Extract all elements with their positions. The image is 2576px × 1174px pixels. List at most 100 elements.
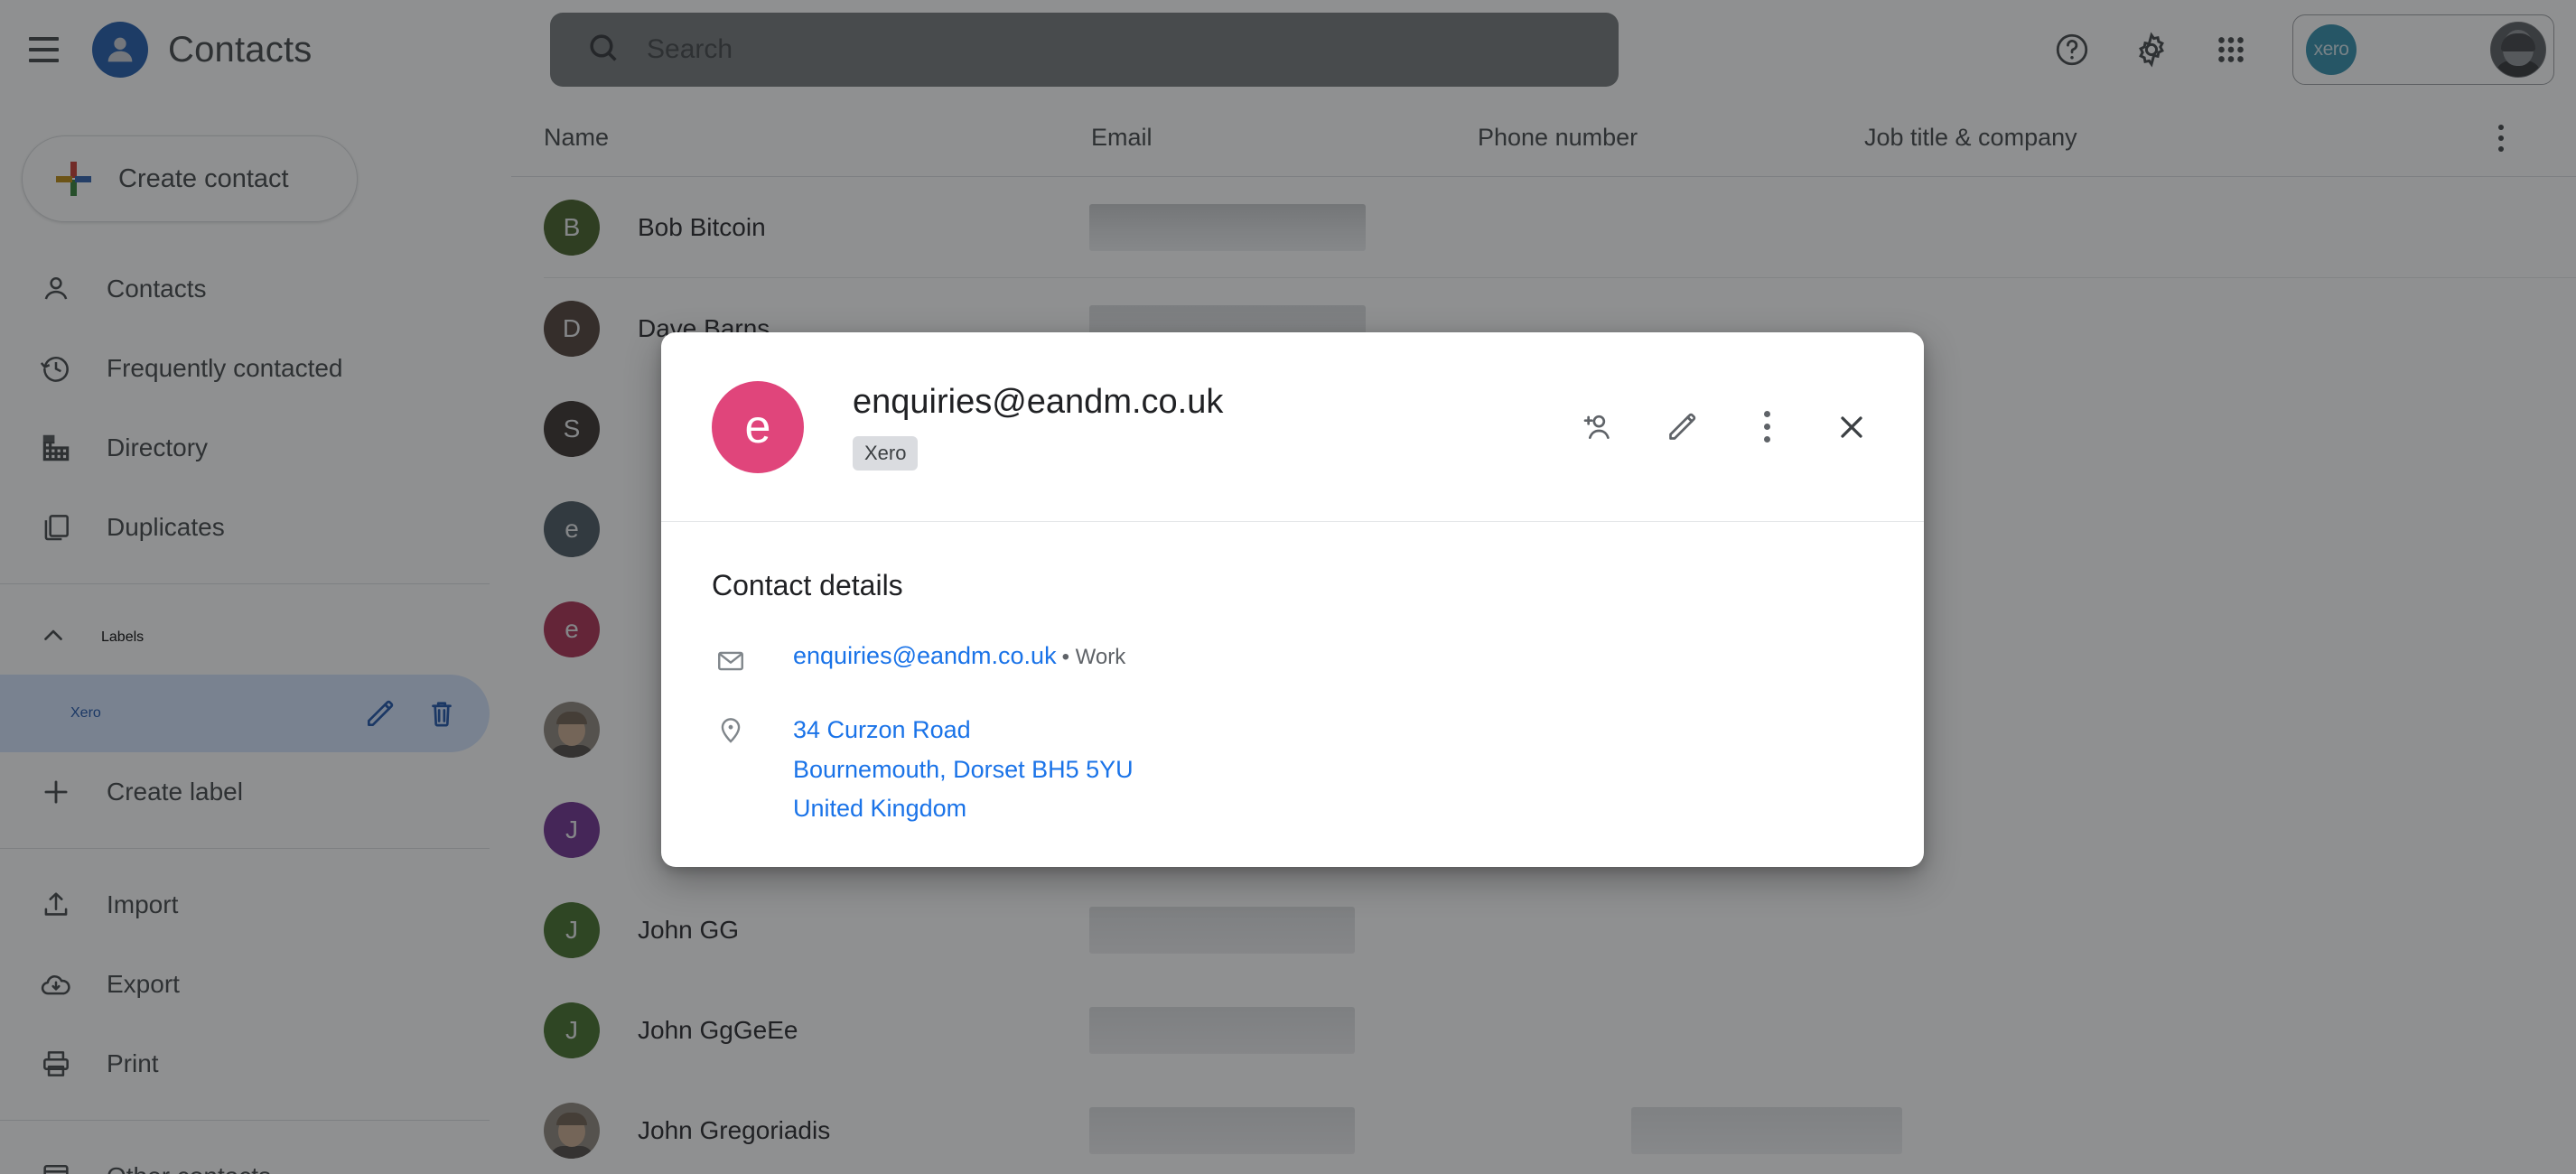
history-icon — [38, 350, 74, 387]
address-line[interactable]: United Kingdom — [793, 789, 1134, 829]
search-input[interactable]: Search — [550, 13, 1619, 87]
sidebar-item-label: Duplicates — [107, 513, 225, 541]
top-bar: Contacts Search xero — [0, 0, 2576, 99]
pencil-icon[interactable] — [363, 696, 397, 731]
person-icon — [38, 271, 74, 307]
page-title: Contacts — [168, 29, 313, 70]
column-header-email: Email — [1091, 124, 1153, 151]
printer-icon — [38, 1046, 74, 1082]
sidebar-divider — [0, 583, 490, 584]
redacted-email — [1089, 1006, 1355, 1054]
email-type: • Work — [1061, 645, 1126, 669]
column-header-name: Name — [544, 124, 610, 151]
sidebar-nav: Contacts Frequently contacted Directory … — [0, 249, 511, 567]
table-row[interactable]: John Gregoriadis — [511, 1080, 2576, 1174]
sidebar-divider-3 — [0, 1120, 490, 1121]
sidebar-item-label: Directory — [107, 433, 209, 461]
location-pin-icon — [712, 711, 750, 745]
sidebar-item-label-xero[interactable]: Xero — [0, 675, 490, 752]
contact-avatar: e — [712, 380, 804, 473]
apps-grid-icon[interactable] — [2191, 10, 2271, 89]
avatar[interactable] — [2490, 22, 2546, 78]
more-vertical-icon[interactable] — [2498, 124, 2504, 152]
column-header-job: Job title & company — [1864, 124, 2077, 151]
trash-icon[interactable] — [425, 696, 459, 731]
sidebar-item-import[interactable]: Import — [0, 865, 490, 945]
labels-section-header[interactable]: Labels — [0, 601, 511, 675]
copy-icon — [38, 509, 74, 545]
sidebar-item-duplicates[interactable]: Duplicates — [0, 488, 490, 567]
redacted-email — [1089, 1106, 1355, 1154]
sidebar-item-label: Frequently contacted — [107, 354, 343, 382]
account-switcher[interactable]: xero — [2292, 14, 2554, 85]
dialog-header: e enquiries@eandm.co.uk Xero — [661, 332, 1924, 522]
sidebar-item-print[interactable]: Print — [0, 1024, 490, 1104]
table-row[interactable]: B Bob Bitcoin — [511, 177, 2576, 277]
contact-name: John GgGeEe — [638, 1015, 798, 1044]
detail-row-email: enquiries@eandm.co.uk • Work — [712, 642, 1873, 676]
sidebar-item-contacts[interactable]: Contacts — [0, 249, 490, 329]
close-icon[interactable] — [1819, 395, 1884, 460]
dialog-actions — [1564, 395, 1884, 460]
avatar: S — [544, 400, 600, 457]
sidebar-item-frequently-contacted[interactable]: Frequently contacted — [0, 329, 490, 408]
sidebar-item-label: Contacts — [107, 275, 207, 303]
status-badge: Xero — [853, 436, 919, 471]
chevron-up-icon — [38, 620, 69, 656]
search-placeholder: Search — [647, 34, 733, 64]
archive-down-icon — [38, 1159, 74, 1174]
address-line[interactable]: 34 Curzon Road — [793, 711, 1134, 750]
dialog-title-wrap: enquiries@eandm.co.uk Xero — [853, 383, 1223, 471]
sidebar-item-label: Import — [107, 890, 179, 918]
help-circle-icon[interactable] — [2032, 10, 2112, 89]
contact-name: John GG — [638, 915, 740, 944]
more-vertical-icon[interactable] — [1734, 395, 1799, 460]
sidebar-item-label: Other contacts — [107, 1162, 271, 1174]
sidebar-item-export[interactable]: Export — [0, 945, 490, 1024]
sidebar-item-label: Create label — [107, 778, 243, 806]
person-add-icon[interactable] — [1564, 395, 1629, 460]
sidebar-item-label: Print — [107, 1049, 159, 1077]
avatar — [544, 701, 600, 758]
avatar: e — [544, 500, 600, 557]
hamburger-menu-icon[interactable] — [22, 28, 65, 71]
upload-icon — [38, 887, 74, 923]
avatar: e — [544, 601, 600, 657]
email-link[interactable]: enquiries@eandm.co.uk — [793, 642, 1057, 669]
table-header-row: Name Email Phone number Job title & comp… — [511, 99, 2576, 177]
building-icon — [38, 430, 74, 466]
sidebar: Create contact Contacts Frequently conta… — [0, 99, 511, 1174]
create-contact-button[interactable]: Create contact — [22, 135, 358, 222]
top-actions: xero — [2032, 0, 2554, 99]
table-row[interactable]: J John GG — [511, 880, 2576, 980]
pencil-icon[interactable] — [1649, 395, 1714, 460]
plus-icon — [55, 161, 91, 197]
table-row[interactable]: J John GgGeEe — [511, 980, 2576, 1080]
sidebar-item-other-contacts[interactable]: Other contacts — [0, 1137, 490, 1174]
contact-name: John Gregoriadis — [638, 1115, 831, 1144]
avatar: J — [544, 1002, 600, 1058]
create-contact-label: Create contact — [118, 163, 289, 193]
sidebar-item-directory[interactable]: Directory — [0, 408, 490, 488]
app-brand: Contacts — [92, 22, 312, 78]
gear-icon[interactable] — [2112, 10, 2191, 89]
detail-row-address: 34 Curzon Road Bournemouth, Dorset BH5 5… — [712, 711, 1873, 829]
redacted-email — [1089, 203, 1366, 251]
sidebar-item-label: Export — [107, 970, 180, 998]
avatar — [544, 1102, 600, 1159]
labels-header-label: Labels — [101, 629, 145, 645]
sidebar-label-name: Xero — [70, 705, 101, 721]
avatar: D — [544, 300, 600, 357]
sidebar-divider-2 — [0, 848, 490, 849]
sidebar-item-create-label[interactable]: Create label — [0, 752, 490, 832]
section-title-contact-details: Contact details — [712, 569, 903, 601]
plus-thin-icon — [38, 774, 74, 810]
contacts-app: Contacts Search xero Create contact Cont… — [0, 0, 2576, 1174]
avatar: J — [544, 901, 600, 958]
address-line[interactable]: Bournemouth, Dorset BH5 5YU — [793, 750, 1134, 790]
contact-name: Bob Bitcoin — [638, 212, 766, 241]
avatar: J — [544, 801, 600, 858]
label-actions — [363, 696, 459, 731]
address-content: 34 Curzon Road Bournemouth, Dorset BH5 5… — [793, 711, 1134, 829]
email-content: enquiries@eandm.co.uk • Work — [793, 642, 1125, 670]
